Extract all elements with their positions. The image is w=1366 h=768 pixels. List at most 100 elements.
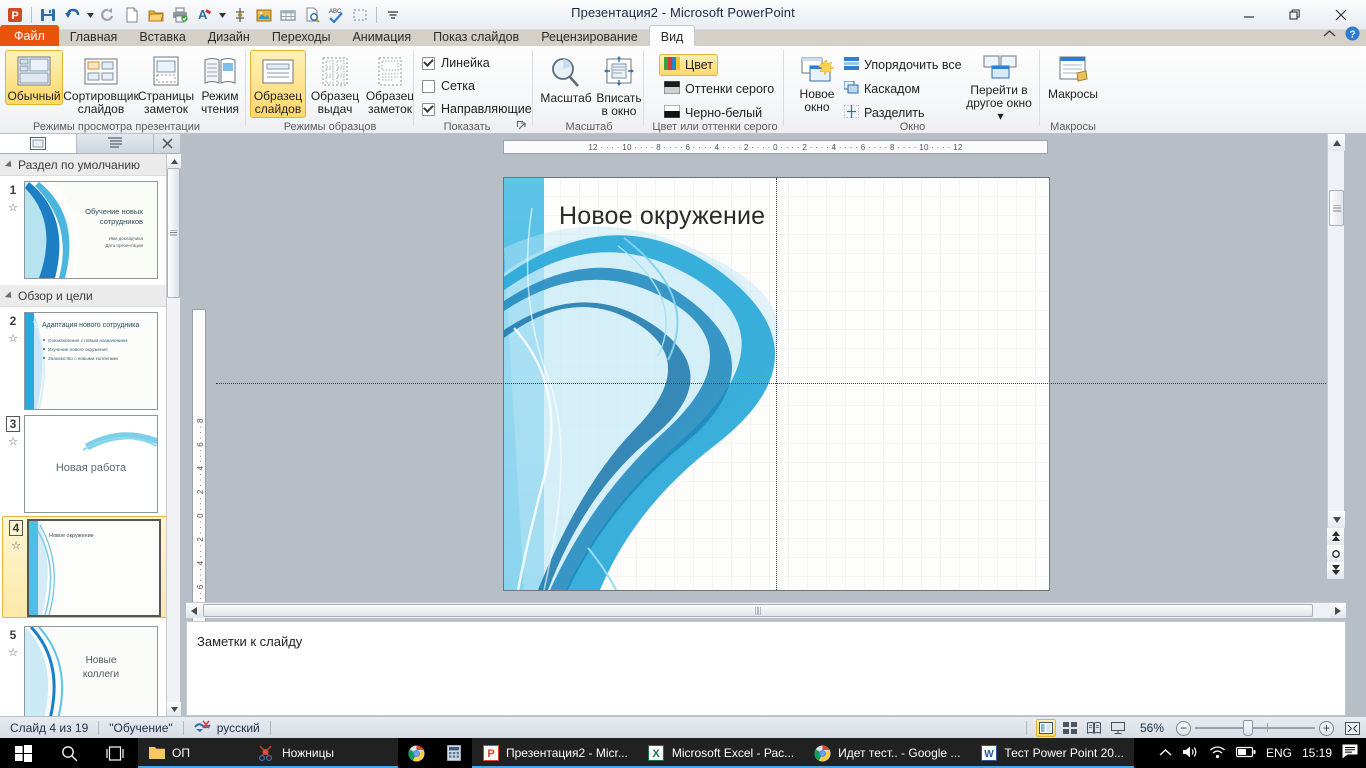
- notes-placeholder[interactable]: Заметки к слайду: [197, 634, 302, 649]
- zoom-button[interactable]: Масштаб: [540, 50, 592, 107]
- guides-checkbox-icon[interactable]: [422, 102, 435, 116]
- horizontal-guide[interactable]: [216, 383, 1344, 384]
- list-item[interactable]: 5 ☆ Новые коллеги: [0, 621, 180, 716]
- list-item[interactable]: 1 ☆ Обучение новых сотрудников Имя докла…: [0, 176, 180, 279]
- gridlines-checkbox-icon[interactable]: [422, 79, 435, 93]
- fit-slide-to-window-button[interactable]: [1342, 719, 1362, 737]
- ruler-checkbox-icon[interactable]: [422, 56, 435, 70]
- tab-view[interactable]: Вид: [648, 25, 696, 47]
- network-icon[interactable]: [1209, 745, 1226, 762]
- slide-list[interactable]: Раздел по умолчанию 1 ☆ Обучение новых с…: [0, 154, 180, 716]
- section-header-overview[interactable]: Обзор и цели: [0, 285, 180, 307]
- tab-home[interactable]: Главная: [59, 26, 129, 47]
- tab-animation[interactable]: Анимация: [341, 26, 422, 47]
- scroll-down-arrow-icon[interactable]: [167, 702, 181, 716]
- macros-button[interactable]: Макросы: [1044, 50, 1102, 103]
- slide-thumbnail-5[interactable]: Новые коллеги: [24, 626, 158, 716]
- notifications-icon[interactable]: [1342, 744, 1358, 762]
- taskbar-item-excel[interactable]: X Microsoft Excel - Рас...: [637, 738, 805, 768]
- vertical-guide[interactable]: [776, 178, 777, 590]
- scroll-thumb[interactable]: [167, 168, 180, 298]
- section-collapse-icon-2[interactable]: [4, 290, 15, 301]
- reading-view-button[interactable]: [1084, 719, 1104, 737]
- next-slide-button[interactable]: [1327, 562, 1344, 579]
- status-language[interactable]: русский: [184, 717, 270, 739]
- slide-title-text[interactable]: Новое окружение: [559, 202, 765, 231]
- list-item[interactable]: 2 ☆ Адаптация нового сотрудника Ознакомл…: [0, 307, 180, 410]
- taskbar-item-powerpoint[interactable]: P Презентация2 - Micr...: [472, 738, 638, 768]
- checkbox-guides[interactable]: Направляющие: [422, 102, 532, 116]
- taskbar-item-calculator-pinned[interactable]: [435, 738, 472, 768]
- search-icon[interactable]: [46, 738, 92, 768]
- tray-clock-label[interactable]: 15:19: [1302, 746, 1332, 760]
- fit-to-window-button[interactable]: Вписать в окно: [594, 50, 644, 120]
- zoom-slider-handle[interactable]: [1243, 720, 1253, 736]
- tab-slideshow[interactable]: Показ слайдов: [422, 26, 530, 47]
- hscroll-left-arrow-icon[interactable]: [186, 603, 202, 618]
- hscroll-right-arrow-icon[interactable]: [1330, 603, 1346, 618]
- handout-master-button[interactable]: Образец выдач: [309, 50, 361, 118]
- reset-slide-button[interactable]: [1327, 545, 1344, 562]
- taskbar-item-chrome-test[interactable]: Идет тест.. - Google ...: [804, 738, 971, 768]
- switch-windows-button[interactable]: Перейти в другое окно ▾: [960, 50, 1038, 125]
- new-window-button[interactable]: Новое окно: [792, 50, 842, 116]
- canvas-horizontal-scrollbar[interactable]: [186, 602, 1346, 618]
- list-item[interactable]: 3 ☆ Новая работа: [0, 410, 180, 513]
- section-collapse-icon[interactable]: [4, 159, 15, 170]
- arrange-all-button[interactable]: Упорядочить все: [839, 54, 967, 76]
- tab-transitions[interactable]: Переходы: [261, 26, 342, 47]
- tray-language-label[interactable]: ENG: [1266, 746, 1292, 760]
- tab-slides[interactable]: [0, 134, 77, 153]
- grayscale-button[interactable]: Оттенки серого: [659, 78, 779, 100]
- slide-thumbnail-2[interactable]: Адаптация нового сотрудника Ознакомление…: [24, 312, 158, 410]
- slideshow-view-button[interactable]: [1108, 719, 1128, 737]
- view-reading-button[interactable]: Режим чтения: [196, 50, 244, 118]
- taskbar-item-op-folder[interactable]: ОП: [138, 738, 248, 768]
- tab-file[interactable]: Файл: [0, 25, 59, 47]
- color-button[interactable]: Цвет: [659, 54, 719, 76]
- canvas-scroll-up-icon[interactable]: [1328, 134, 1345, 151]
- status-theme-name[interactable]: "Обучение": [99, 717, 182, 739]
- checkbox-ruler[interactable]: Линейка: [422, 56, 490, 70]
- section-header-default[interactable]: Раздел по умолчанию: [0, 154, 180, 176]
- task-view-icon[interactable]: [92, 738, 138, 768]
- tab-outline[interactable]: [77, 134, 154, 153]
- checkbox-gridlines[interactable]: Сетка: [422, 79, 475, 93]
- slide-master-button[interactable]: Образец слайдов: [250, 50, 306, 118]
- taskbar-item-word[interactable]: W Тест Power Point 20...: [970, 738, 1134, 768]
- slide-thumbnail-3[interactable]: Новая работа: [24, 415, 158, 513]
- tray-expand-chevron-icon[interactable]: [1159, 746, 1172, 760]
- cascade-button[interactable]: Каскадом: [839, 78, 925, 100]
- slide-thumbnail-1[interactable]: Обучение новых сотрудников Имя докладчик…: [24, 181, 158, 279]
- status-slide-counter[interactable]: Слайд 4 из 19: [0, 717, 98, 739]
- windows-start-icon[interactable]: [0, 738, 46, 768]
- zoom-slider[interactable]: [1195, 719, 1315, 737]
- notes-master-button[interactable]: Образец заметок: [364, 50, 416, 118]
- show-dialog-launcher-icon[interactable]: [516, 120, 528, 132]
- slide-thumbnail-4[interactable]: Новое окружение: [27, 519, 161, 617]
- view-normal-button[interactable]: Обычный: [5, 50, 63, 105]
- notes-pane[interactable]: Заметки к слайду: [186, 621, 1346, 716]
- spellcheck-error-icon[interactable]: [193, 719, 211, 736]
- slide-pane-scrollbar[interactable]: [166, 154, 181, 716]
- canvas-vertical-scrollbar[interactable]: [1327, 134, 1345, 579]
- tab-review[interactable]: Рецензирование: [530, 26, 649, 47]
- zoom-in-button[interactable]: +: [1319, 720, 1334, 736]
- normal-view-button[interactable]: [1035, 719, 1056, 737]
- previous-slide-button[interactable]: [1327, 528, 1344, 545]
- taskbar-item-chrome-pinned[interactable]: [398, 738, 435, 768]
- close-pane-button[interactable]: [154, 134, 180, 153]
- view-slide-sorter-button[interactable]: Сортировщик слайдов: [63, 50, 139, 118]
- zoom-level-label[interactable]: 56%: [1132, 717, 1172, 739]
- slide-sorter-view-button[interactable]: [1060, 719, 1080, 737]
- volume-icon[interactable]: [1182, 745, 1199, 762]
- tab-insert[interactable]: Вставка: [128, 26, 196, 47]
- scroll-up-arrow-icon[interactable]: [167, 154, 181, 168]
- canvas-scroll-down-icon[interactable]: [1328, 511, 1345, 528]
- view-notes-page-button[interactable]: Страницы заметок: [138, 50, 194, 118]
- battery-icon[interactable]: [1235, 746, 1256, 761]
- hscroll-thumb[interactable]: [203, 604, 1313, 617]
- taskbar-item-snipping[interactable]: Ножницы: [248, 738, 398, 768]
- tab-design[interactable]: Дизайн: [197, 26, 261, 47]
- list-item-selected[interactable]: 4 ☆ Новое окружение: [2, 516, 178, 618]
